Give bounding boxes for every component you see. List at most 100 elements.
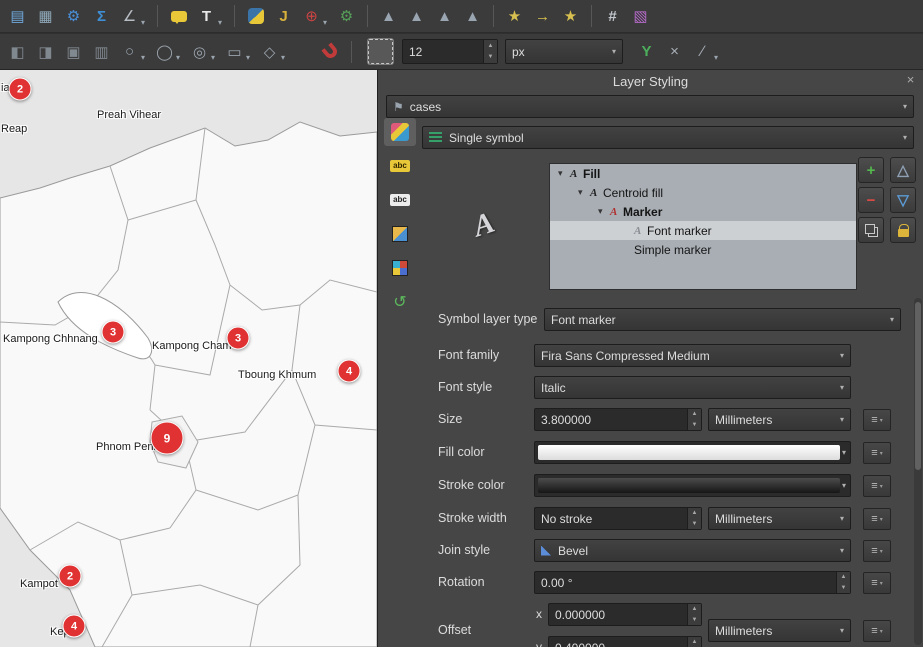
duplicate-button[interactable] [858, 217, 884, 243]
fill-color-button[interactable]: ▾ [534, 441, 851, 464]
statistical-summary-icon[interactable]: Σ [89, 4, 114, 29]
data-defined-override-button[interactable]: ≡▾ [863, 508, 891, 530]
rectangle-tool-icon[interactable]: ▭ [222, 39, 247, 64]
spin-down-icon[interactable]: ▼ [484, 52, 497, 64]
spinner-steppers[interactable]: ▲ ▼ [836, 572, 850, 593]
chevron-down-icon[interactable]: ▾ [141, 18, 149, 27]
panel-scrollbar[interactable] [914, 298, 922, 645]
decoration-arrow-icon[interactable]: → [530, 4, 555, 29]
vertex-tool-icon[interactable]: Y [634, 39, 659, 64]
labeling-options-icon[interactable]: ▲ [404, 4, 429, 29]
live-update-toggle[interactable] [368, 39, 393, 64]
clear-icon[interactable]: × [662, 39, 687, 64]
size-unit-select[interactable]: Millimeters ▾ [708, 408, 851, 431]
offset-x-input[interactable]: 0.000000 ▲ ▼ [548, 603, 702, 626]
rotation-input[interactable]: 0.00 ° ▲ ▼ [534, 571, 851, 594]
chevron-down-icon[interactable]: ▾ [323, 18, 331, 27]
plugin-icon[interactable]: J [271, 4, 296, 29]
diagram-options-icon[interactable]: ▲ [460, 4, 485, 29]
close-icon[interactable]: × [903, 73, 918, 88]
renderer-select[interactable]: Single symbol ▾ [422, 126, 914, 149]
spin-down-icon[interactable]: ▼ [688, 615, 701, 626]
case-count-marker[interactable]: 4 [338, 360, 361, 383]
spin-up-icon[interactable]: ▲ [688, 409, 701, 420]
tree-item-fill[interactable]: ▾ A Fill [550, 164, 856, 183]
regular-polygon-tool-icon[interactable]: ◇ [257, 39, 282, 64]
line-tool-icon[interactable]: ∕ [690, 39, 715, 64]
lock-color-button[interactable] [890, 217, 916, 243]
add-symbol-layer-button[interactable]: + [858, 157, 884, 183]
stroke-width-unit-select[interactable]: Millimeters ▾ [708, 507, 851, 530]
ellipse-tool-icon[interactable]: ◎ [187, 39, 212, 64]
snapping-magnet-icon[interactable] [318, 39, 343, 64]
attribute-table-icon[interactable]: ▦ [33, 4, 58, 29]
scrollbar-handle[interactable] [915, 302, 921, 470]
font-style-select[interactable]: Italic ▾ [534, 376, 851, 399]
rotate-feature-icon[interactable]: ▣ [61, 39, 86, 64]
spin-up-icon[interactable]: ▲ [484, 40, 497, 52]
chevron-down-icon[interactable]: ▾ [176, 53, 184, 62]
chevron-down-icon[interactable]: ▾ [246, 53, 254, 62]
log-book-icon[interactable]: ▤ [5, 4, 30, 29]
circle-tool-icon[interactable]: ○ [117, 39, 142, 64]
processing-toolbox-icon[interactable]: ⚙ [334, 4, 359, 29]
spin-up-icon[interactable]: ▲ [688, 508, 701, 519]
move-up-button[interactable]: △ [890, 157, 916, 183]
options-gear-icon[interactable]: ⚙ [61, 4, 86, 29]
spin-down-icon[interactable]: ▼ [688, 420, 701, 431]
spin-up-icon[interactable]: ▲ [837, 572, 850, 583]
decoration-star-2-icon[interactable]: ★ [558, 4, 583, 29]
copy-move-icon[interactable]: ◨ [33, 39, 58, 64]
annotation-bubble-icon[interactable] [166, 4, 191, 29]
tree-item-marker[interactable]: ▾ A Marker [550, 202, 856, 221]
view-3d-tab[interactable] [384, 220, 416, 248]
text-annotation-icon[interactable]: T [194, 4, 219, 29]
stroke-width-input[interactable]: No stroke ▲ ▼ [534, 507, 702, 530]
move-down-button[interactable]: ▽ [890, 187, 916, 213]
layout-icon[interactable]: ▧ [628, 4, 653, 29]
python-console-icon[interactable] [243, 4, 268, 29]
data-defined-override-button[interactable]: ≡▾ [863, 540, 891, 562]
offset-y-input[interactable]: 0.400000 ▲ ▼ [548, 636, 702, 647]
grid-icon[interactable]: # [600, 4, 625, 29]
data-defined-override-button[interactable]: ≡▾ [863, 475, 891, 497]
map-canvas[interactable]: ia Reap Preah Vihear Kampong Chhnang Kam… [0, 70, 377, 647]
chevron-down-icon[interactable]: ▾ [218, 18, 226, 27]
unit-select[interactable]: px ▾ [505, 39, 623, 64]
chevron-down-icon[interactable]: ▾ [714, 53, 722, 62]
font-family-select[interactable]: Fira Sans Compressed Medium ▾ [534, 344, 851, 367]
spinner-steppers[interactable]: ▲ ▼ [687, 637, 701, 647]
labeling-icon[interactable]: ▲ [376, 4, 401, 29]
decoration-star-icon[interactable]: ★ [502, 4, 527, 29]
spin-up-icon[interactable]: ▲ [688, 637, 701, 647]
spin-down-icon[interactable]: ▼ [688, 519, 701, 530]
diagrams-tab[interactable] [384, 254, 416, 282]
expander-icon[interactable]: ▾ [558, 168, 570, 179]
case-count-marker[interactable]: 2 [59, 565, 82, 588]
data-defined-override-button[interactable]: ≡▾ [863, 409, 891, 431]
remove-symbol-layer-button[interactable]: − [858, 187, 884, 213]
join-style-select[interactable]: Bevel ▾ [534, 539, 851, 562]
stroke-color-button[interactable]: ▾ [534, 474, 851, 497]
tree-item-simple-marker[interactable]: Simple marker [550, 240, 856, 259]
expander-icon[interactable]: ▾ [598, 206, 610, 217]
measure-icon[interactable]: ∠ [117, 4, 142, 29]
data-defined-override-button[interactable]: ≡▾ [863, 572, 891, 594]
spin-down-icon[interactable]: ▼ [837, 583, 850, 594]
chevron-down-icon[interactable]: ▾ [281, 53, 289, 62]
case-count-marker[interactable]: 3 [102, 321, 125, 344]
simplify-feature-icon[interactable]: ▥ [89, 39, 114, 64]
case-count-marker[interactable]: 4 [63, 615, 86, 638]
move-feature-icon[interactable]: ◧ [5, 39, 30, 64]
expander-icon[interactable]: ▾ [578, 187, 590, 198]
tree-item-centroid-fill[interactable]: ▾ A Centroid fill [550, 183, 856, 202]
symbol-layers-tree[interactable]: ▾ A Fill ▾ A Centroid fill ▾ A Marker A … [549, 163, 857, 290]
case-count-marker[interactable]: 9 [151, 422, 184, 455]
case-count-marker[interactable]: 3 [227, 327, 250, 350]
size-input[interactable]: 3.800000 ▲ ▼ [534, 408, 702, 431]
tree-item-font-marker[interactable]: A Font marker [550, 221, 856, 240]
spin-up-icon[interactable]: ▲ [688, 604, 701, 615]
layer-selector[interactable]: ⚑ cases ▾ [386, 95, 914, 118]
font-size-input[interactable]: 12 ▲ ▼ [402, 39, 498, 64]
georeferencer-icon[interactable]: ⊕ [299, 4, 324, 29]
